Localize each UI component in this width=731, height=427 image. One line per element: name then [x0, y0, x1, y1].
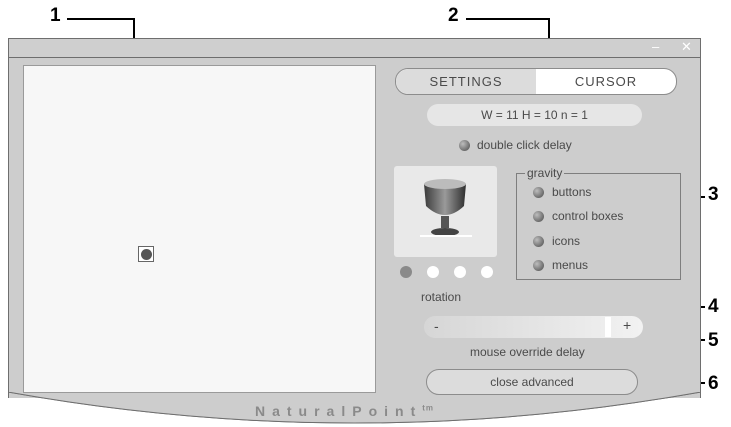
tab-group: SETTINGS CURSOR [395, 68, 677, 95]
callout-2-line [466, 18, 550, 20]
cup-icon [420, 179, 472, 237]
rotation-preview [394, 166, 497, 257]
rotation-option-1[interactable] [400, 266, 412, 278]
slider-minus[interactable]: - [434, 318, 439, 334]
rotation-label: rotation [421, 290, 462, 304]
tab-settings[interactable]: SETTINGS [396, 69, 536, 94]
mouse-override-slider[interactable]: - + [424, 316, 643, 338]
callout-5: 5 [708, 330, 719, 351]
gravity-buttons-label[interactable]: buttons [552, 185, 591, 199]
callout-1: 1 [50, 5, 61, 26]
callout-1-line [67, 18, 135, 20]
close-button[interactable]: ✕ [681, 39, 692, 55]
callout-3: 3 [708, 184, 719, 205]
gravity-menus-led[interactable] [533, 260, 544, 271]
dimensions-readout: W = 11 H = 10 n = 1 [427, 104, 642, 126]
callout-6: 6 [708, 373, 719, 394]
mouse-override-delay-label: mouse override delay [470, 345, 585, 359]
title-bar[interactable]: – ✕ [8, 38, 701, 58]
rotation-option-2[interactable] [427, 266, 439, 278]
callout-4: 4 [708, 296, 719, 317]
gravity-icons-label[interactable]: icons [552, 234, 580, 248]
rotation-option-4[interactable] [481, 266, 493, 278]
gravity-control-boxes-label[interactable]: control boxes [552, 209, 623, 223]
brand-logo: NaturalPointtm [255, 403, 435, 419]
tab-cursor[interactable]: CURSOR [536, 69, 676, 94]
gravity-buttons-led[interactable] [533, 187, 544, 198]
gravity-title: gravity [525, 165, 565, 181]
callout-2: 2 [448, 5, 459, 26]
double-click-delay-led[interactable] [459, 140, 470, 151]
minimize-button[interactable]: – [652, 39, 659, 54]
close-advanced-button[interactable]: close advanced [426, 369, 638, 395]
slider-plus[interactable]: + [623, 317, 631, 333]
gravity-icons-led[interactable] [533, 236, 544, 247]
gravity-control-boxes-led[interactable] [533, 211, 544, 222]
gravity-menus-label[interactable]: menus [552, 258, 588, 272]
double-click-delay-label[interactable]: double click delay [477, 138, 572, 152]
cursor-preview-area [23, 65, 376, 393]
rotation-option-3[interactable] [454, 266, 466, 278]
slider-handle[interactable] [605, 317, 611, 337]
cursor-sample [138, 246, 154, 262]
